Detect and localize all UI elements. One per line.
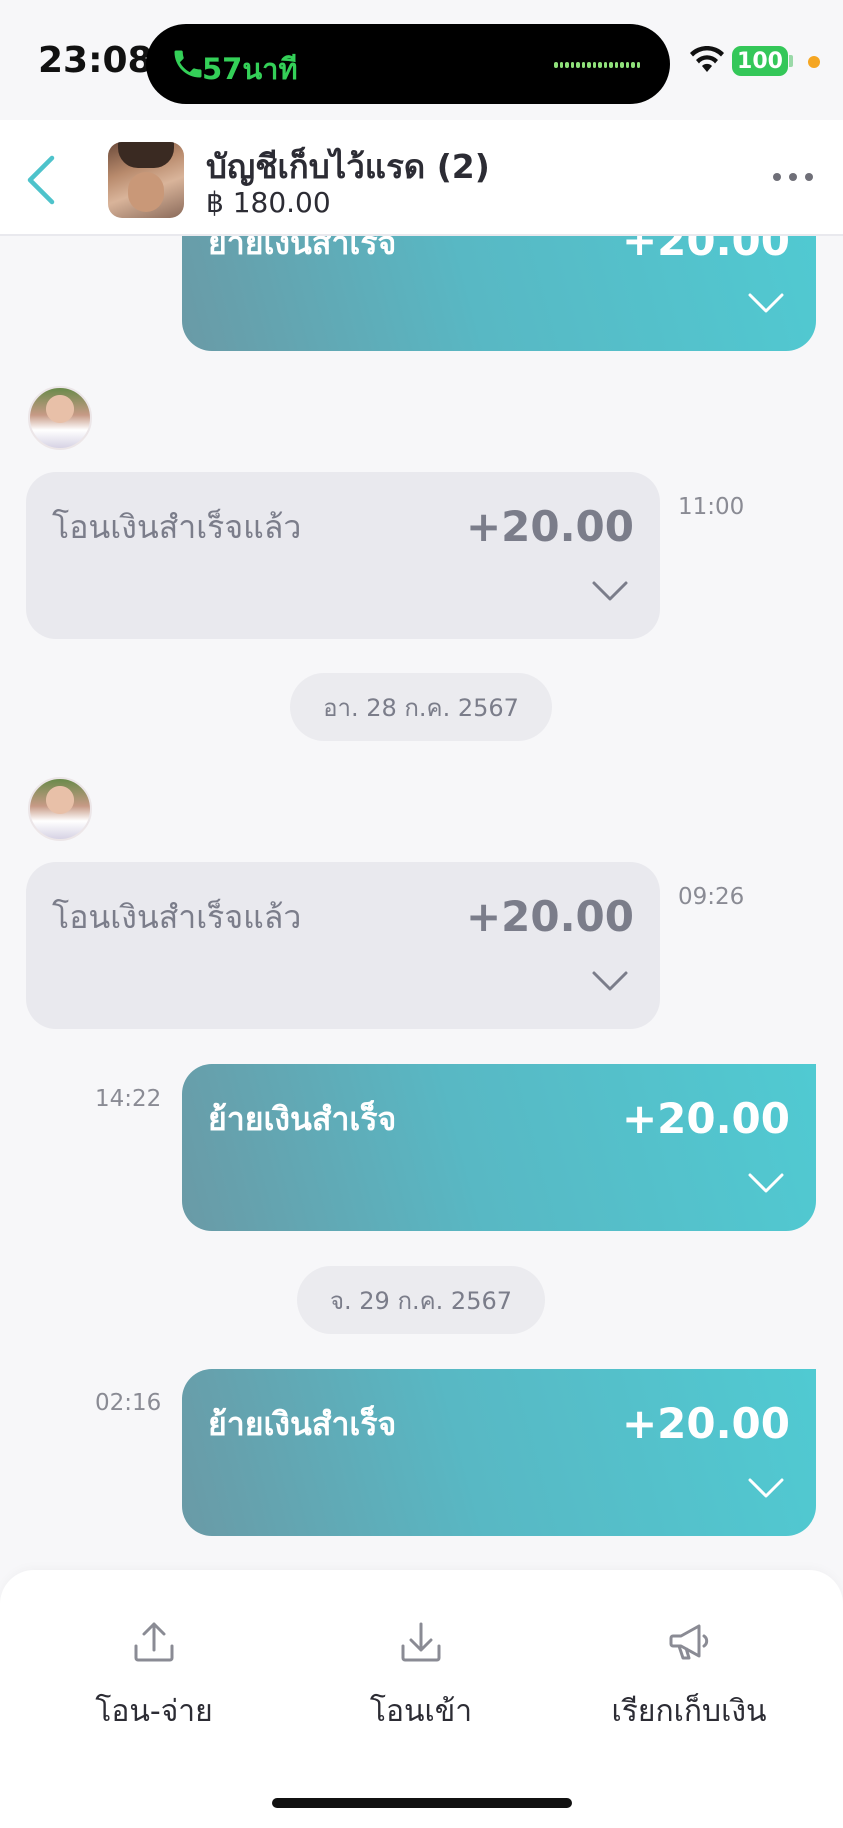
bubble-amount: +20.00 (621, 1399, 790, 1448)
megaphone-icon (669, 1624, 709, 1660)
message-time: 09:26 (678, 884, 745, 910)
account-balance: ฿ 180.00 (206, 186, 331, 219)
receive-transfer-button[interactable]: โอนเข้า (311, 1618, 531, 1735)
chevron-down-icon[interactable] (590, 579, 630, 603)
date-separator: อา. 28 ก.ค. 2567 (290, 673, 552, 741)
back-chevron-icon[interactable] (22, 152, 62, 208)
bubble-amount: +20.00 (465, 892, 634, 941)
chevron-down-icon[interactable] (746, 1171, 786, 1195)
transfer-bubble[interactable]: ย้ายเงินสำเร็จ +20.00 (182, 1369, 816, 1536)
message-time: 11:00 (678, 494, 745, 520)
account-avatar[interactable] (108, 142, 184, 218)
bubble-label: ย้ายเงินสำเร็จ (208, 1100, 397, 1138)
bubble-label: โอนเงินสำเร็จแล้ว (52, 508, 302, 546)
chevron-down-icon[interactable] (590, 969, 630, 993)
chat-header: บัญชีเก็บไว้แรด (2) ฿ 180.00 (0, 120, 843, 236)
home-indicator[interactable] (272, 1798, 572, 1808)
more-options-icon[interactable] (773, 170, 813, 184)
transfer-bubble[interactable]: โอนเงินสำเร็จแล้ว +20.00 (26, 472, 660, 639)
bubble-label: โอนเงินสำเร็จแล้ว (52, 898, 302, 936)
transfer-bubble[interactable]: ย้ายเงินสำเร็จ +20.00 (182, 1064, 816, 1231)
transfer-pay-label: โอน-จ่าย (95, 1694, 213, 1729)
bottom-action-bar: โอน-จ่าย โอนเข้า เรียกเก็บเงิน (0, 1570, 843, 1828)
sender-avatar[interactable] (28, 386, 92, 450)
chat-thread[interactable]: ย้ายเงินสำเร็จ +20.00 โอนเงินสำเร็จแล้ว … (0, 0, 843, 1828)
request-payment-label: เรียกเก็บเงิน (611, 1694, 767, 1729)
transfer-bubble[interactable]: โอนเงินสำเร็จแล้ว +20.00 (26, 862, 660, 1029)
message-time: 14:22 (95, 1086, 162, 1112)
bubble-amount: +20.00 (621, 1094, 790, 1143)
request-payment-button[interactable]: เรียกเก็บเงิน (579, 1618, 799, 1735)
bubble-label: ย้ายเงินสำเร็จ (208, 1405, 397, 1443)
message-time: 02:16 (95, 1390, 162, 1416)
date-separator: จ. 29 ก.ค. 2567 (297, 1266, 545, 1334)
receive-transfer-label: โอนเข้า (369, 1694, 473, 1729)
bubble-amount: +20.00 (465, 502, 634, 551)
upload-icon (134, 1622, 174, 1662)
chevron-down-icon[interactable] (746, 291, 786, 315)
download-icon (401, 1622, 441, 1662)
transfer-pay-button[interactable]: โอน-จ่าย (44, 1618, 264, 1735)
chevron-down-icon[interactable] (746, 1476, 786, 1500)
sender-avatar[interactable] (28, 777, 92, 841)
